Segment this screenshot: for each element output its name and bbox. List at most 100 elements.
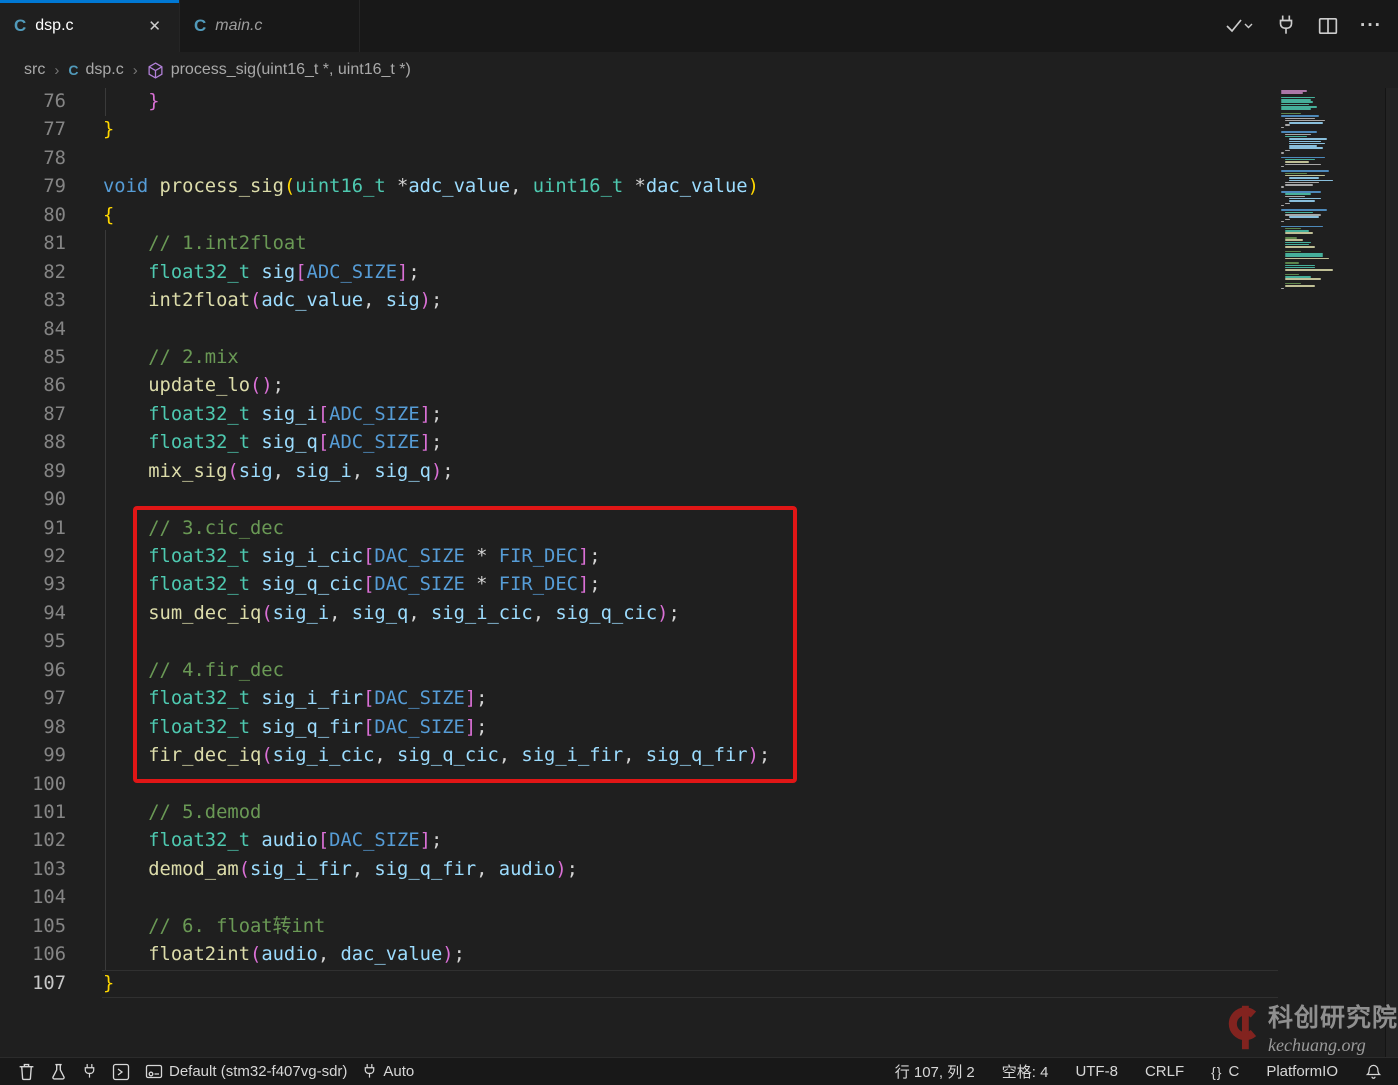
minimap[interactable] <box>1281 90 1353 290</box>
status-language[interactable]: {} C <box>1211 1063 1239 1080</box>
line-number[interactable]: 84 <box>0 316 66 344</box>
line-number[interactable]: 101 <box>0 799 66 827</box>
c-file-icon: C <box>68 62 78 78</box>
code-line[interactable]: 92 float32_t sig_i_cic[DAC_SIZE * FIR_DE… <box>0 543 1280 571</box>
more-actions-icon[interactable]: ··· <box>1360 15 1382 37</box>
line-number[interactable]: 81 <box>0 230 66 258</box>
code-line[interactable]: 93 float32_t sig_q_cic[DAC_SIZE * FIR_DE… <box>0 571 1280 599</box>
breadcrumb-item-symbol[interactable]: process_sig(uint16_t *, uint16_t *) <box>171 61 411 79</box>
line-number[interactable]: 103 <box>0 856 66 884</box>
line-number[interactable]: 100 <box>0 771 66 799</box>
status-platformio[interactable]: PlatformIO <box>1266 1063 1338 1080</box>
line-number[interactable]: 94 <box>0 600 66 628</box>
line-number[interactable]: 78 <box>0 145 66 173</box>
code-line[interactable]: 87 float32_t sig_i[ADC_SIZE]; <box>0 401 1280 429</box>
code-line[interactable]: 107} <box>0 970 1280 998</box>
close-icon[interactable]: ✕ <box>144 15 165 37</box>
plug-icon[interactable] <box>1276 15 1296 37</box>
line-number[interactable]: 91 <box>0 515 66 543</box>
split-editor-icon[interactable] <box>1318 16 1338 36</box>
line-number[interactable]: 76 <box>0 88 66 116</box>
code-line[interactable]: 89 mix_sig(sig, sig_i, sig_q); <box>0 458 1280 486</box>
editor: 76 }77}7879void process_sig(uint16_t *ad… <box>0 88 1398 1057</box>
tab-bar: C dsp.c ✕ C main.c <box>0 0 1398 52</box>
pio-port-selector[interactable]: Auto <box>362 1063 414 1081</box>
scrollbar-track[interactable] <box>1386 88 1398 1057</box>
code-line[interactable]: 104 <box>0 884 1280 912</box>
line-number[interactable]: 90 <box>0 486 66 514</box>
line-number[interactable]: 80 <box>0 202 66 230</box>
code-line[interactable]: 83 int2float(adc_value, sig); <box>0 287 1280 315</box>
plug-icon <box>362 1063 377 1081</box>
code-line[interactable]: 77} <box>0 116 1280 144</box>
line-number[interactable]: 96 <box>0 657 66 685</box>
line-number[interactable]: 95 <box>0 628 66 656</box>
line-number[interactable]: 107 <box>0 970 66 998</box>
code-line[interactable]: 98 float32_t sig_q_fir[DAC_SIZE]; <box>0 714 1280 742</box>
code-line[interactable]: 78 <box>0 145 1280 173</box>
run-check-dropdown-icon[interactable] <box>1224 16 1254 36</box>
breadcrumb: src › C dsp.c › process_sig(uint16_t *, … <box>0 52 1398 88</box>
code-line[interactable]: 100 <box>0 771 1280 799</box>
code-line[interactable]: 99 fir_dec_iq(sig_i_cic, sig_q_cic, sig_… <box>0 742 1280 770</box>
code-line[interactable]: 96 // 4.fir_dec <box>0 657 1280 685</box>
line-number[interactable]: 77 <box>0 116 66 144</box>
pio-serial-terminal-icon[interactable] <box>112 1063 130 1081</box>
line-number[interactable]: 87 <box>0 401 66 429</box>
code-line[interactable]: 76 } <box>0 88 1280 116</box>
pio-test-flask-icon[interactable] <box>50 1063 67 1081</box>
status-line-col[interactable]: 行 107, 列 2 <box>895 1061 975 1082</box>
pio-upload-plug-icon[interactable] <box>82 1063 97 1081</box>
line-number[interactable]: 79 <box>0 173 66 201</box>
notifications-bell-icon[interactable] <box>1365 1063 1382 1081</box>
code-line[interactable]: 102 float32_t audio[DAC_SIZE]; <box>0 827 1280 855</box>
code-line[interactable]: 86 update_lo(); <box>0 372 1280 400</box>
code-line[interactable]: 79void process_sig(uint16_t *adc_value, … <box>0 173 1280 201</box>
code-line[interactable]: 88 float32_t sig_q[ADC_SIZE]; <box>0 429 1280 457</box>
code-line[interactable]: 106 float2int(audio, dac_value); <box>0 941 1280 969</box>
line-number[interactable]: 104 <box>0 884 66 912</box>
status-eol[interactable]: CRLF <box>1145 1063 1184 1080</box>
code-line[interactable]: 105 // 6. float转int <box>0 913 1280 941</box>
line-number[interactable]: 93 <box>0 571 66 599</box>
code-line[interactable]: 91 // 3.cic_dec <box>0 515 1280 543</box>
code-line[interactable]: 94 sum_dec_iq(sig_i, sig_q, sig_i_cic, s… <box>0 600 1280 628</box>
status-bar: Default (stm32-f407vg-sdr) Auto 行 107, 列… <box>0 1057 1398 1085</box>
chevron-right-icon: › <box>133 62 138 79</box>
code-line[interactable]: 84 <box>0 316 1280 344</box>
code-line[interactable]: 80{ <box>0 202 1280 230</box>
line-number[interactable]: 85 <box>0 344 66 372</box>
line-number[interactable]: 98 <box>0 714 66 742</box>
code-line[interactable]: 90 <box>0 486 1280 514</box>
code-line[interactable]: 103 demod_am(sig_i_fir, sig_q_fir, audio… <box>0 856 1280 884</box>
status-encoding[interactable]: UTF-8 <box>1075 1063 1118 1080</box>
line-number[interactable]: 83 <box>0 287 66 315</box>
line-number[interactable]: 82 <box>0 259 66 287</box>
language-label: C <box>1228 1063 1239 1080</box>
line-number[interactable]: 88 <box>0 429 66 457</box>
code-line[interactable]: 95 <box>0 628 1280 656</box>
line-number[interactable]: 86 <box>0 372 66 400</box>
line-number[interactable]: 99 <box>0 742 66 770</box>
line-number[interactable]: 102 <box>0 827 66 855</box>
code-line[interactable]: 81 // 1.int2float <box>0 230 1280 258</box>
pio-env-selector[interactable]: Default (stm32-f407vg-sdr) <box>145 1063 347 1080</box>
breadcrumb-item-src[interactable]: src <box>24 61 45 79</box>
status-indentation[interactable]: 空格: 4 <box>1002 1061 1049 1082</box>
code-lines: 76 }77}7879void process_sig(uint16_t *ad… <box>0 88 1280 998</box>
line-number[interactable]: 105 <box>0 913 66 941</box>
symbol-method-cube-icon <box>147 62 164 79</box>
line-number[interactable]: 106 <box>0 941 66 969</box>
port-label: Auto <box>383 1063 414 1080</box>
code-line[interactable]: 82 float32_t sig[ADC_SIZE]; <box>0 259 1280 287</box>
line-number[interactable]: 97 <box>0 685 66 713</box>
pio-clean-trash-icon[interactable] <box>18 1063 35 1081</box>
breadcrumb-item-file[interactable]: dsp.c <box>85 61 123 79</box>
tab-dsp-c[interactable]: C dsp.c ✕ <box>0 0 180 52</box>
code-line[interactable]: 97 float32_t sig_i_fir[DAC_SIZE]; <box>0 685 1280 713</box>
line-number[interactable]: 89 <box>0 458 66 486</box>
code-line[interactable]: 85 // 2.mix <box>0 344 1280 372</box>
tab-main-c[interactable]: C main.c <box>180 0 360 52</box>
line-number[interactable]: 92 <box>0 543 66 571</box>
code-line[interactable]: 101 // 5.demod <box>0 799 1280 827</box>
